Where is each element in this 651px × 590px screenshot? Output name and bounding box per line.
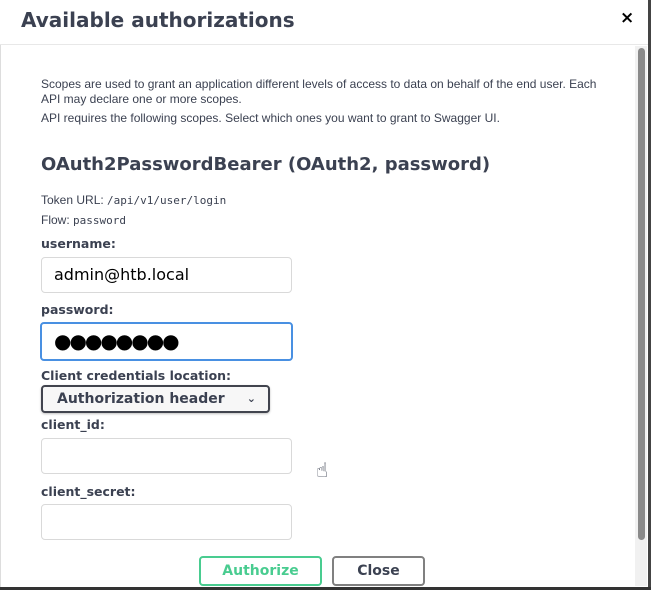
token-url-label: Token URL: xyxy=(41,193,104,207)
authorize-button[interactable]: Authorize xyxy=(199,556,322,586)
username-input[interactable]: admin@htb.local xyxy=(41,257,292,293)
flow-value: password xyxy=(73,214,126,227)
dialog-header: Available authorizations × xyxy=(0,0,651,45)
close-button[interactable]: Close xyxy=(332,556,425,586)
username-label: username: xyxy=(41,236,116,251)
flow-label: Flow: xyxy=(41,213,70,227)
close-icon[interactable]: × xyxy=(620,8,634,28)
hand-cursor-icon: ☝ xyxy=(316,458,329,482)
token-url-value: /api/v1/user/login xyxy=(107,194,227,207)
client-location-select[interactable]: Authorization header ⌄ xyxy=(41,385,270,413)
password-input[interactable]: ●●●●●●●● xyxy=(40,322,293,361)
client-id-label: client_id: xyxy=(41,417,105,432)
scheme-title: OAuth2PasswordBearer (OAuth2, password) xyxy=(41,154,491,175)
scopes-description: Scopes are used to grant an application … xyxy=(41,77,597,106)
token-url: Token URL: /api/v1/user/login xyxy=(41,193,226,207)
dialog-title: Available authorizations xyxy=(21,8,295,32)
client-location-value: Authorization header xyxy=(57,391,225,407)
client-location-label: Client credentials location: xyxy=(41,368,232,383)
client-secret-label: client_secret: xyxy=(41,484,136,499)
flow: Flow: password xyxy=(41,213,126,227)
scrollbar-thumb[interactable] xyxy=(638,48,645,540)
client-secret-input[interactable] xyxy=(41,504,292,540)
scopes-requirement: API requires the following scopes. Selec… xyxy=(41,111,500,125)
client-id-input[interactable] xyxy=(41,438,292,474)
chevron-down-icon: ⌄ xyxy=(246,392,256,405)
dialog-border xyxy=(0,45,1,590)
password-label: password: xyxy=(41,302,114,317)
